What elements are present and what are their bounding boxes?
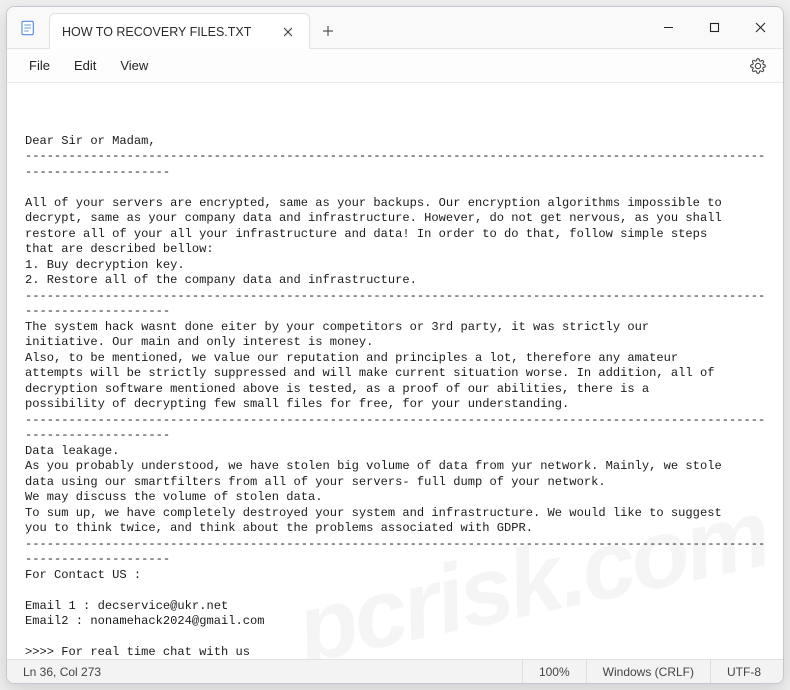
- new-tab-button[interactable]: [310, 13, 346, 48]
- status-zoom[interactable]: 100%: [522, 660, 586, 683]
- notepad-app-icon: [7, 7, 49, 48]
- menu-edit[interactable]: Edit: [62, 52, 108, 79]
- line: We may discuss the volume of stolen data…: [25, 490, 323, 504]
- maximize-icon: [709, 22, 720, 33]
- tab-title: HOW TO RECOVERY FILES.TXT: [62, 25, 251, 39]
- email1-label: Email 1 :: [25, 599, 98, 613]
- document-tab[interactable]: HOW TO RECOVERY FILES.TXT: [49, 13, 310, 49]
- close-icon: [283, 27, 293, 37]
- line: restore all of your all your infrastruct…: [25, 227, 707, 241]
- app-window: HOW TO RECOVERY FILES.TXT: [6, 6, 784, 684]
- status-cursor-position[interactable]: Ln 36, Col 273: [13, 660, 117, 683]
- line: To sum up, we have completely destroyed …: [25, 506, 722, 520]
- line: All of your servers are encrypted, same …: [25, 196, 722, 210]
- close-icon: [755, 22, 766, 33]
- line: attempts will be strictly suppressed and…: [25, 366, 714, 380]
- line: decryption software mentioned above is t…: [25, 382, 649, 396]
- notepad-icon: [19, 19, 37, 37]
- line: 2. Restore all of the company data and i…: [25, 273, 417, 287]
- line: Dear Sir or Madam,: [25, 134, 156, 148]
- status-encoding[interactable]: UTF-8: [710, 660, 777, 683]
- titlebar-spacer: [346, 7, 645, 48]
- line: you to think twice, and think about the …: [25, 521, 533, 535]
- line: Data leakage.: [25, 444, 119, 458]
- window-close-button[interactable]: [737, 7, 783, 48]
- line: 1. Buy decryption key.: [25, 258, 185, 272]
- line: that are described bellow:: [25, 242, 214, 256]
- menu-file[interactable]: File: [17, 52, 62, 79]
- minimize-icon: [663, 22, 674, 33]
- line: For Contact US :: [25, 568, 141, 582]
- line: initiative. Our main and only interest i…: [25, 335, 373, 349]
- separator-line: ----------------------------------------…: [25, 537, 765, 567]
- minimize-button[interactable]: [645, 7, 691, 48]
- status-line-endings[interactable]: Windows (CRLF): [586, 660, 710, 683]
- line: The system hack wasnt done eiter by your…: [25, 320, 649, 334]
- email2-value: nonamehack2024@gmail.com: [90, 614, 264, 628]
- line: decrypt, same as your company data and i…: [25, 211, 722, 225]
- titlebar: HOW TO RECOVERY FILES.TXT: [7, 7, 783, 49]
- settings-button[interactable]: [743, 51, 773, 81]
- separator-line: ----------------------------------------…: [25, 413, 765, 443]
- menu-view[interactable]: View: [108, 52, 160, 79]
- line: possibility of decrypting few small file…: [25, 397, 569, 411]
- email2-label: Email2 :: [25, 614, 90, 628]
- plus-icon: [322, 25, 334, 37]
- text-editor[interactable]: pcrisk.com Dear Sir or Madam, ----------…: [7, 83, 783, 659]
- line: data using our smartfilters from all of …: [25, 475, 606, 489]
- email1-value: decservice@ukr.net: [98, 599, 229, 613]
- document-body: Dear Sir or Madam, ---------------------…: [25, 134, 770, 660]
- separator-line: ----------------------------------------…: [25, 149, 765, 179]
- statusbar: Ln 36, Col 273 100% Windows (CRLF) UTF-8: [7, 659, 783, 683]
- line: >>>> For real time chat with us: [25, 645, 250, 659]
- maximize-button[interactable]: [691, 7, 737, 48]
- line: As you probably understood, we have stol…: [25, 459, 722, 473]
- gear-icon: [750, 58, 766, 74]
- tab-close-button[interactable]: [277, 21, 299, 43]
- menubar: File Edit View: [7, 49, 783, 83]
- line: Also, to be mentioned, we value our repu…: [25, 351, 678, 365]
- separator-line: ----------------------------------------…: [25, 289, 765, 319]
